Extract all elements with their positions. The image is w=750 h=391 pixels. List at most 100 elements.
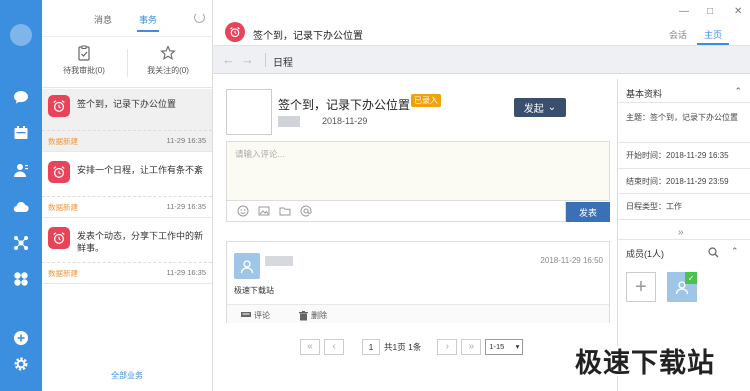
list-item[interactable]: 安排一个日程，让工作有条不紊 数据新建 11-29 16:35 — [42, 155, 212, 218]
contacts-icon[interactable] — [12, 161, 30, 179]
filter-bar: 待我审批(0) 我关注的(0) — [42, 36, 212, 88]
window-title: 签个到，记录下办公位置 — [253, 31, 363, 42]
tab-home[interactable]: 主页 — [704, 28, 722, 41]
comment-label: 评论 — [254, 311, 270, 320]
comment-button[interactable]: 评论 — [241, 310, 270, 321]
page-size-value: 1-15 — [489, 342, 505, 351]
comment-input[interactable] — [227, 142, 609, 182]
tab-chat[interactable]: 会话 — [669, 28, 687, 41]
alarm-clock-icon — [48, 95, 70, 117]
alarm-clock-icon — [48, 161, 70, 183]
followed-label: 我关注的(0) — [147, 66, 189, 75]
divider — [618, 239, 750, 240]
entry-datetime: 2018-11-29 16:50 — [540, 256, 603, 265]
event-thumbnail — [226, 89, 272, 135]
navigation-bar: ← → 日程 — [213, 46, 750, 74]
comment-toolbar — [226, 201, 566, 222]
item-tag: 数据新建 — [48, 269, 78, 278]
maximize-button[interactable]: □ — [707, 6, 713, 17]
page-number[interactable]: 1 — [362, 338, 380, 355]
calendar-icon[interactable] — [12, 124, 30, 142]
active-tab-indicator — [137, 30, 159, 32]
delete-button[interactable]: 删除 — [299, 310, 327, 321]
item-tag: 数据新建 — [48, 137, 78, 146]
item-time: 11-29 16:35 — [166, 136, 206, 145]
divider — [618, 142, 750, 143]
forward-arrow-icon[interactable]: → — [241, 52, 254, 67]
send-comment-button[interactable]: 发表 — [566, 202, 610, 222]
info-start-time: 开始时间：2018-11-29 16:35 — [626, 151, 729, 160]
status-badge: 已录入 — [411, 94, 441, 107]
page-size-select[interactable]: 1-15 ▾ — [485, 338, 524, 355]
creator-name-blurred — [278, 116, 300, 127]
list-item[interactable]: 发表个动态，分享下工作中的新鲜事。 数据新建 11-29 16:35 — [42, 221, 212, 284]
apps-network-icon[interactable] — [12, 234, 30, 252]
add-member-button[interactable]: + — [626, 272, 656, 302]
divider — [42, 262, 212, 263]
first-page-button[interactable]: « — [300, 338, 320, 355]
basic-info-heading: 基本资料 — [626, 89, 663, 99]
folder-icon[interactable] — [279, 205, 291, 217]
initiate-label: 发起 — [523, 104, 544, 115]
delete-label: 删除 — [311, 311, 327, 320]
divider — [618, 168, 750, 169]
entry-text: 极速下载站 — [234, 286, 274, 295]
nav-divider — [265, 53, 266, 67]
app-sidebar — [0, 0, 42, 391]
initiate-dropdown-button[interactable]: 发起 ⌄ — [514, 98, 566, 117]
item-time: 11-29 16:35 — [166, 202, 206, 211]
expand-more-icon[interactable]: » — [678, 227, 684, 238]
divider — [42, 130, 212, 131]
followed-filter[interactable]: 我关注的(0) — [128, 43, 208, 76]
breadcrumb: 日程 — [273, 58, 293, 69]
list-tabs: 消息 事务 — [42, 0, 212, 36]
prev-page-button[interactable]: ‹ — [324, 338, 344, 355]
tab-tasks[interactable]: 事务 — [139, 13, 157, 26]
divider — [42, 196, 212, 197]
search-icon[interactable] — [708, 247, 719, 258]
alarm-clock-icon — [225, 22, 245, 42]
refresh-icon[interactable] — [194, 12, 205, 23]
all-business-link[interactable]: 全部业务 — [42, 370, 212, 381]
pending-approval-filter[interactable]: 待我审批(0) — [44, 43, 124, 76]
info-subject: 主题：签个到，记录下办公位置 — [626, 113, 738, 122]
mention-icon[interactable] — [300, 205, 312, 217]
star-icon — [160, 45, 176, 60]
item-title: 发表个动态，分享下工作中的新鲜事。 — [77, 231, 204, 253]
alarm-clock-icon — [48, 227, 70, 249]
last-page-button[interactable]: » — [461, 338, 482, 355]
list-item[interactable]: 签个到，记录下办公位置 数据新建 11-29 16:35 — [42, 89, 212, 152]
author-name-blurred — [265, 256, 293, 266]
clipboard-check-icon — [78, 45, 90, 61]
tab-messages[interactable]: 消息 — [94, 13, 112, 26]
close-button[interactable]: ✕ — [734, 6, 742, 17]
comment-entry: 2018-11-29 16:50 极速下载站 评论 删除 — [226, 241, 610, 323]
app-logo — [10, 24, 32, 46]
schedule-detail: 签个到，记录下办公位置 已录入 2018-11-29 发起 ⌄ 发表 2018-… — [218, 79, 617, 391]
image-icon[interactable] — [258, 205, 270, 217]
watermark: 极速下载站 — [575, 348, 715, 378]
avatar — [234, 253, 260, 279]
members-heading: 成员(1人) — [626, 249, 664, 259]
event-title: 签个到，记录下办公位置 — [278, 98, 411, 112]
item-title: 安排一个日程，让工作有条不紊 — [77, 165, 204, 175]
collapse-chevron-icon[interactable]: ⌃ — [731, 246, 739, 257]
caret-down-icon: ▾ — [515, 342, 520, 351]
chevron-down-icon: ⌄ — [547, 102, 557, 113]
minimize-button[interactable]: — — [679, 6, 689, 17]
window-titlebar: 签个到，记录下办公位置 — □ ✕ 会话 主页 — [213, 0, 750, 46]
modules-icon[interactable] — [12, 270, 30, 288]
info-type: 日程类型：工作 — [626, 202, 682, 211]
comment-icon — [241, 312, 251, 317]
emoji-icon[interactable] — [237, 205, 249, 217]
cloud-icon[interactable] — [12, 198, 30, 216]
entry-actions: 评论 删除 — [227, 304, 609, 323]
back-arrow-icon[interactable]: ← — [222, 52, 235, 67]
next-page-button[interactable]: › — [437, 338, 458, 355]
add-icon[interactable] — [12, 329, 30, 347]
collapse-chevron-icon[interactable]: ⌃ — [734, 86, 742, 97]
chat-icon[interactable] — [12, 88, 30, 106]
comment-box — [226, 141, 610, 201]
divider — [618, 219, 750, 220]
settings-icon[interactable] — [12, 355, 30, 373]
